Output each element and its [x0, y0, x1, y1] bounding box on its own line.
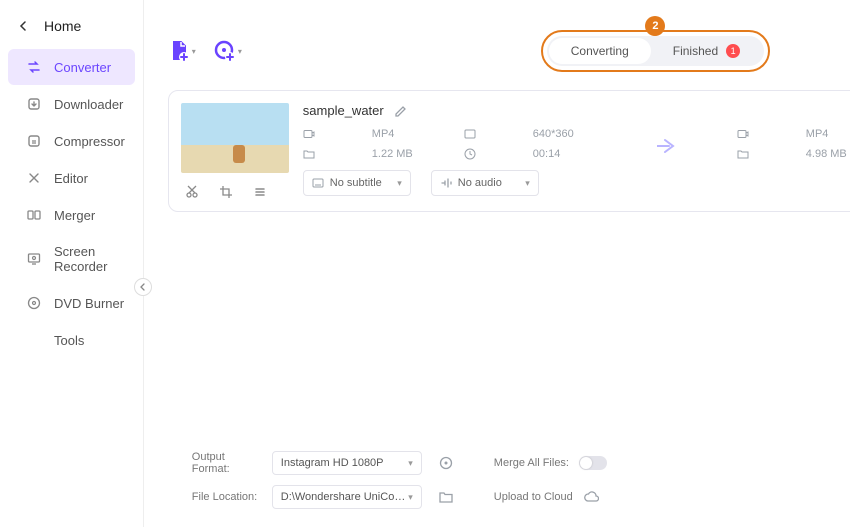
merge-label: Merge All Files: — [494, 457, 569, 469]
file-location-label: File Location: — [192, 491, 262, 503]
resolution-icon — [464, 128, 528, 140]
chevron-down-icon: ▾ — [408, 458, 413, 469]
sidebar-item-label: Tools — [54, 333, 84, 348]
folder-icon — [737, 148, 801, 160]
clock-icon — [464, 148, 528, 160]
crop-icon[interactable] — [219, 185, 233, 199]
output-settings-icon[interactable] — [438, 455, 454, 471]
trim-icon[interactable] — [185, 185, 199, 199]
source-meta: MP4 640*360 1.22 MB 00:14 — [303, 128, 597, 160]
callout-step-2: 2 — [645, 16, 665, 36]
sidebar-item-label: Downloader — [54, 97, 123, 112]
upload-label: Upload to Cloud — [494, 491, 573, 503]
open-folder-icon[interactable] — [438, 489, 454, 505]
sidebar-item-label: Editor — [54, 171, 88, 186]
audio-dropdown[interactable]: No audio ▾ — [431, 170, 539, 196]
sidebar-item-editor[interactable]: Editor — [8, 160, 135, 196]
sidebar-item-dvd-burner[interactable]: DVD Burner — [8, 285, 135, 321]
sidebar-item-screen-recorder[interactable]: Screen Recorder — [8, 234, 135, 284]
editor-icon — [26, 170, 42, 186]
sidebar-item-compressor[interactable]: Compressor — [8, 123, 135, 159]
sidebar-item-converter[interactable]: Converter — [8, 49, 135, 85]
sidebar-item-tools[interactable]: Tools — [8, 322, 135, 358]
edit-icon[interactable] — [394, 104, 408, 118]
chevron-down-icon: ▾ — [397, 178, 402, 189]
status-tabs: 2 Converting Finished 1 — [547, 36, 764, 66]
output-format-value: Instagram HD 1080P — [281, 457, 384, 469]
download-icon — [26, 96, 42, 112]
add-disc-button[interactable]: ▾ — [214, 40, 242, 62]
back-icon[interactable] — [18, 21, 32, 31]
subtitle-icon — [312, 177, 324, 189]
recorder-icon — [26, 251, 42, 267]
video-icon — [737, 128, 801, 140]
sidebar-item-label: Merger — [54, 208, 95, 223]
sidebar-item-label: DVD Burner — [54, 296, 124, 311]
home-label: Home — [44, 18, 81, 34]
compress-icon — [26, 133, 42, 149]
output-format-dropdown[interactable]: Instagram HD 1080P ▾ — [272, 451, 422, 475]
more-icon[interactable] — [253, 185, 267, 199]
src-format: MP4 — [372, 128, 436, 140]
audio-value: No audio — [458, 177, 502, 189]
folder-icon — [303, 148, 367, 160]
chevron-down-icon: ▾ — [525, 178, 530, 189]
tab-converting[interactable]: Converting — [549, 38, 651, 64]
output-format-label: Output Format: — [192, 451, 262, 475]
cloud-icon[interactable] — [583, 490, 599, 504]
sidebar-item-downloader[interactable]: Downloader — [8, 86, 135, 122]
file-plus-icon — [168, 40, 190, 62]
dst-format: MP4 — [806, 128, 850, 140]
dvd-icon — [26, 295, 42, 311]
sidebar: Home Converter Downloader Compressor Edi… — [0, 0, 144, 527]
file-location-dropdown[interactable]: D:\Wondershare UniConverter 1 ▾ — [272, 485, 422, 509]
sidebar-item-merger[interactable]: Merger — [8, 197, 135, 233]
tab-finished[interactable]: Finished 1 — [651, 38, 762, 64]
src-res: 640*360 — [533, 128, 597, 140]
src-size: 1.22 MB — [372, 148, 436, 160]
home-row[interactable]: Home — [0, 8, 143, 48]
sidebar-nav: Converter Downloader Compressor Editor M… — [0, 49, 143, 358]
file-card: sample_water MP4 640*360 1.22 — [168, 90, 850, 212]
file-title: sample_water — [303, 103, 384, 118]
disc-plus-icon — [214, 40, 236, 62]
video-thumbnail[interactable] — [181, 103, 289, 173]
target-meta: MP4 1080*1920 4.98 MB 00:14 — [737, 128, 850, 160]
src-dur: 00:14 — [533, 148, 597, 160]
convert-icon — [26, 59, 42, 75]
sidebar-item-label: Compressor — [54, 134, 125, 149]
finished-badge: 1 — [726, 44, 740, 58]
video-icon — [303, 128, 367, 140]
sidebar-item-label: Converter — [54, 60, 111, 75]
chevron-down-icon: ▾ — [192, 47, 196, 56]
merge-toggle[interactable] — [579, 456, 607, 470]
merger-icon — [26, 207, 42, 223]
tools-icon — [26, 332, 42, 348]
chevron-down-icon: ▾ — [408, 492, 413, 503]
chevron-down-icon: ▾ — [238, 47, 242, 56]
tab-label: Converting — [571, 44, 629, 58]
arrow-icon — [657, 128, 677, 154]
subtitle-dropdown[interactable]: No subtitle ▾ — [303, 170, 411, 196]
add-file-button[interactable]: ▾ — [168, 40, 196, 62]
main-area: ▾ ▾ 2 Converting — [144, 0, 850, 527]
sidebar-item-label: Screen Recorder — [54, 244, 125, 274]
file-location-value: D:\Wondershare UniConverter 1 — [281, 491, 408, 503]
audio-icon — [440, 177, 452, 189]
tab-label: Finished — [673, 44, 718, 58]
subtitle-value: No subtitle — [330, 177, 382, 189]
dst-size: 4.98 MB — [806, 148, 850, 160]
